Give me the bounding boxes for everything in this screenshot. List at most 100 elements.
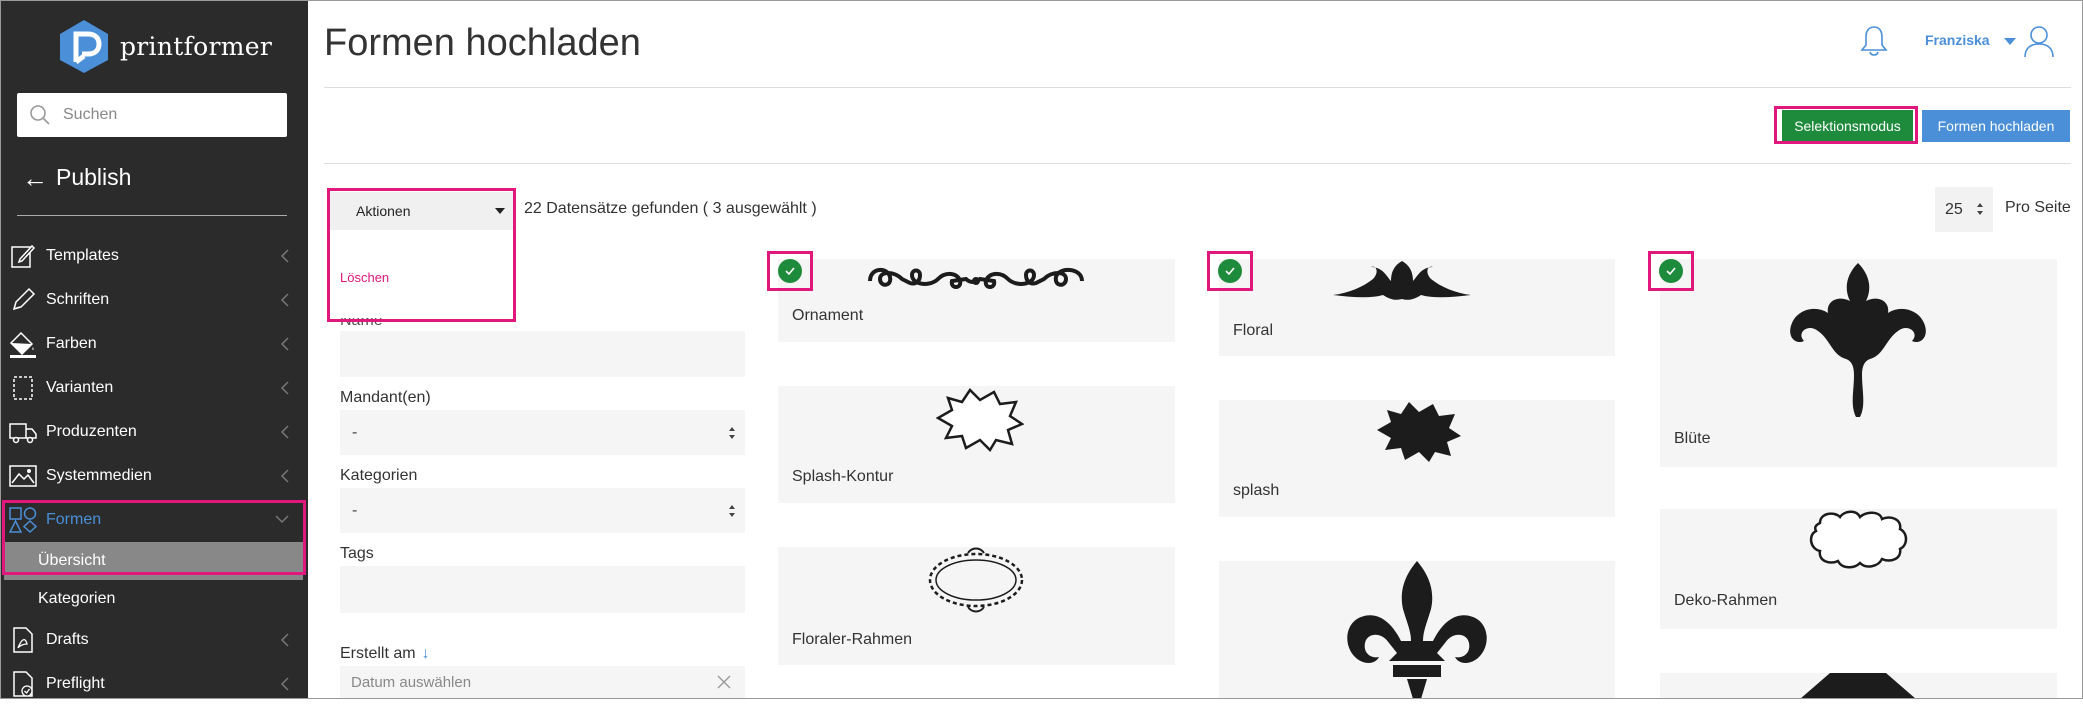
- pencil-icon: [9, 286, 37, 314]
- highlight-check: [767, 251, 813, 291]
- shape-name: Blüte: [1674, 430, 1711, 447]
- pdf-icon: [9, 626, 37, 654]
- document-icon: [9, 374, 37, 402]
- filter-tags-input[interactable]: [340, 566, 745, 613]
- upload-shapes-button[interactable]: Formen hochladen: [1922, 110, 2070, 142]
- shape-card-bluete[interactable]: Blüte: [1660, 259, 2057, 467]
- shape-card-fleur-de-lis[interactable]: [1219, 561, 1615, 699]
- chevron-left-icon: [280, 633, 289, 647]
- bell-icon[interactable]: [1860, 24, 1888, 58]
- shape-card-partial[interactable]: [1660, 673, 2057, 699]
- fleur-de-lis-shape-icon: [1347, 561, 1487, 699]
- sidebar-item-drafts[interactable]: Drafts: [0, 618, 308, 662]
- sidebar-item-label: Schriften: [46, 291, 110, 308]
- filter-created-text: Erstellt am: [340, 645, 416, 662]
- image-icon: [9, 462, 37, 490]
- shape-name: Floral: [1233, 322, 1274, 339]
- sidebar-item-label: Produzenten: [46, 423, 137, 440]
- sidebar-item-label: Preflight: [46, 675, 105, 692]
- chevron-left-icon: [280, 677, 289, 691]
- sidebar-item-varianten[interactable]: Varianten: [0, 366, 308, 410]
- date-placeholder: Datum auswählen: [351, 673, 472, 691]
- shape-card-floraler-rahmen[interactable]: Floraler-Rahmen: [778, 547, 1175, 665]
- shape-name: Floraler-Rahmen: [792, 631, 913, 648]
- floral-frame-shape-icon: [928, 547, 1024, 613]
- sidebar-item-systemmedien[interactable]: Systemmedien: [0, 454, 308, 498]
- shape-card-floral[interactable]: Floral: [1219, 259, 1615, 356]
- filter-mandant-select[interactable]: -: [340, 410, 745, 455]
- filter-kategorien-select[interactable]: -: [340, 488, 745, 533]
- sidebar-item-farben[interactable]: Farben: [0, 322, 308, 366]
- shape-card-ornament[interactable]: Ornament: [778, 259, 1175, 342]
- highlight-formen-menu: [2, 500, 306, 575]
- per-page-value: 25: [1945, 200, 1963, 218]
- close-icon[interactable]: [717, 675, 731, 689]
- sidebar-subitem-kategorien[interactable]: Kategorien: [0, 580, 308, 618]
- select-arrows-icon: [1977, 203, 1983, 215]
- user-icon[interactable]: [2022, 24, 2056, 58]
- highlight-selection-mode: [1774, 106, 1918, 144]
- filter-tags-label: Tags: [340, 545, 374, 562]
- user-menu-caret-icon[interactable]: [2004, 38, 2016, 45]
- chevron-left-icon: [280, 293, 289, 307]
- select-arrows-icon: [729, 505, 735, 517]
- sidebar: printformer ← Publish Templates Schrifte…: [0, 0, 308, 698]
- filter-mandant-label: Mandant(en): [340, 389, 431, 406]
- filter-name-input[interactable]: [340, 331, 745, 377]
- search-input[interactable]: [63, 106, 263, 124]
- records-count: 22 Datensätze gefunden ( 3 ausgewählt ): [524, 200, 817, 217]
- filter-created-label[interactable]: Erstellt am ↓: [340, 645, 430, 663]
- splash-shape-icon: [1377, 402, 1461, 462]
- preflight-icon: [9, 670, 37, 698]
- sidebar-item-preflight[interactable]: Preflight: [0, 662, 308, 706]
- per-page-label: Pro Seite: [2005, 199, 2071, 216]
- filter-date-field[interactable]: Datum auswählen: [340, 666, 745, 698]
- brand-name: printformer: [120, 31, 273, 61]
- chevron-left-icon: [280, 249, 289, 263]
- splash-outline-shape-icon: [936, 388, 1024, 452]
- sidebar-item-label: Farben: [46, 335, 97, 352]
- sidebar-item-label: Systemmedien: [46, 467, 152, 484]
- sidebar-subitem-label: Kategorien: [38, 590, 116, 607]
- highlight-actions: [327, 188, 516, 322]
- header-divider: [324, 87, 2071, 88]
- deco-frame-shape-icon: [1809, 510, 1908, 569]
- partial-shape-icon: [1800, 673, 1916, 699]
- search-icon: [30, 105, 50, 125]
- per-page-select[interactable]: 25: [1935, 187, 1993, 232]
- shape-name: splash: [1233, 482, 1280, 499]
- sidebar-item-templates[interactable]: Templates: [0, 234, 308, 278]
- shape-card-deko-rahmen[interactable]: Deko-Rahmen: [1660, 509, 2057, 629]
- blossom-shape-icon: [1790, 263, 1926, 417]
- shape-card-splash[interactable]: splash: [1219, 400, 1615, 517]
- chevron-left-icon: [280, 469, 289, 483]
- edit-icon: [9, 242, 37, 270]
- chevron-left-icon: [280, 337, 289, 351]
- search-box[interactable]: [17, 93, 287, 137]
- page-title: Formen hochladen: [324, 22, 641, 64]
- sidebar-item-label: Drafts: [46, 631, 89, 648]
- sidebar-item-produzenten[interactable]: Produzenten: [0, 410, 308, 454]
- brand-logo[interactable]: printformer: [58, 18, 272, 74]
- ornament-shape-icon: [868, 268, 1084, 289]
- highlight-check: [1207, 251, 1253, 291]
- toolbar-divider: [324, 163, 2071, 164]
- filter-kategorien-label: Kategorien: [340, 467, 418, 484]
- shape-name: Splash-Kontur: [792, 468, 894, 485]
- shape-name: Ornament: [792, 307, 864, 324]
- paint-bucket-icon: [9, 330, 37, 358]
- sidebar-nav: Templates Schriften Farben Varianten Pro…: [0, 234, 308, 706]
- user-name[interactable]: Franziska: [1925, 32, 1990, 48]
- truck-icon: [9, 418, 37, 446]
- back-to-publish[interactable]: ← Publish: [22, 164, 131, 191]
- sidebar-item-label: Templates: [46, 247, 119, 264]
- sidebar-item-schriften[interactable]: Schriften: [0, 278, 308, 322]
- sort-down-icon[interactable]: ↓: [422, 645, 430, 662]
- filter-mandant-value: -: [352, 423, 358, 441]
- filter-kategorien-value: -: [352, 501, 358, 519]
- shape-name: Deko-Rahmen: [1674, 592, 1778, 609]
- sidebar-item-label: Varianten: [46, 379, 114, 396]
- shape-card-splash-kontur[interactable]: Splash-Kontur: [778, 386, 1175, 503]
- select-arrows-icon: [729, 427, 735, 439]
- floral-shape-icon: [1333, 261, 1471, 300]
